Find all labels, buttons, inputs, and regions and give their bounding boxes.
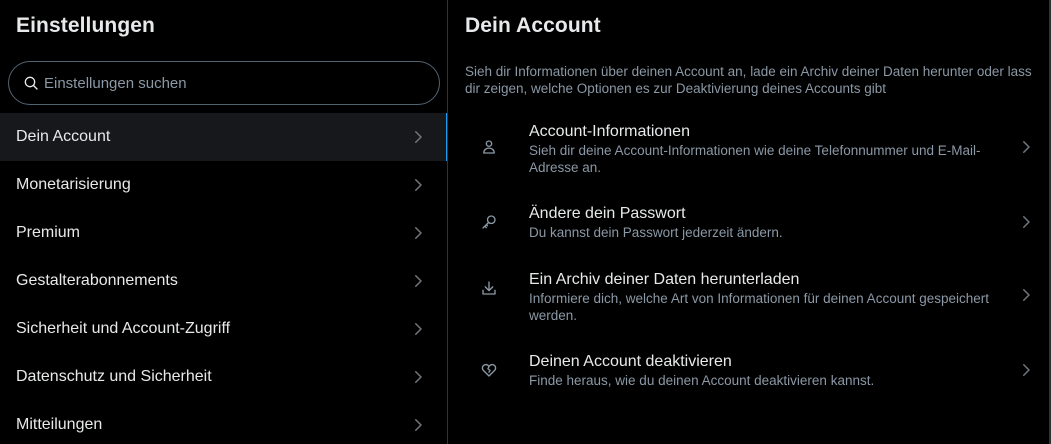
- chevron-right-icon: [1023, 216, 1030, 228]
- option-account-deaktivieren[interactable]: Deinen Account deaktivieren Finde heraus…: [449, 344, 1049, 410]
- option-passwort-aendern[interactable]: Ändere dein Passwort Du kannst dein Pass…: [449, 196, 1049, 262]
- account-panel: Dein Account Sieh dir Informationen über…: [449, 0, 1051, 444]
- nav-item-label: Monetarisierung: [16, 176, 131, 193]
- nav-item-label: Sicherheit und Account-Zugriff: [16, 320, 231, 337]
- chevron-right-icon: [415, 323, 422, 335]
- nav-item-datenschutz[interactable]: Datenschutz und Sicherheit: [0, 353, 447, 401]
- nav-item-gestalterabonnements[interactable]: Gestalterabonnements: [0, 257, 447, 305]
- panel-description: Sieh dir Informationen über deinen Accou…: [465, 64, 1032, 96]
- broken-heart-icon: [449, 352, 529, 379]
- nav-item-monetarisierung[interactable]: Monetarisierung: [0, 161, 447, 209]
- chevron-right-icon: [1023, 289, 1030, 301]
- chevron-right-icon: [415, 179, 422, 191]
- nav-item-label: Premium: [16, 224, 81, 241]
- chevron-right-icon: [415, 131, 422, 143]
- search-icon: [24, 76, 38, 90]
- option-subtitle: Finde heraus, wie du deinen Account deak…: [529, 373, 875, 388]
- option-title: Ein Archiv deiner Daten herunterladen: [529, 271, 800, 288]
- option-subtitle: Sieh dir deine Account-Informationen wie…: [529, 143, 981, 175]
- nav-item-sicherheit[interactable]: Sicherheit und Account-Zugriff: [0, 305, 447, 353]
- nav-item-mitteilungen[interactable]: Mitteilungen: [0, 401, 447, 444]
- nav-item-label: Gestalterabonnements: [16, 272, 178, 289]
- chevron-right-icon: [415, 371, 422, 383]
- chevron-right-icon: [1023, 364, 1030, 376]
- nav-item-label: Datenschutz und Sicherheit: [16, 368, 212, 385]
- account-options: Account-Informationen Sieh dir deine Acc…: [449, 114, 1049, 410]
- chevron-right-icon: [415, 275, 422, 287]
- option-subtitle: Informiere dich, welche Art von Informat…: [529, 291, 990, 323]
- chevron-right-icon: [415, 419, 422, 431]
- nav-item-premium[interactable]: Premium: [0, 209, 447, 257]
- chevron-right-icon: [1023, 141, 1030, 153]
- nav-item-label: Dein Account: [16, 128, 111, 145]
- panel-title: Dein Account: [465, 14, 601, 37]
- search-input[interactable]: [44, 74, 424, 92]
- key-icon: [449, 204, 529, 231]
- download-icon: [449, 270, 529, 297]
- sidebar-title: Einstellungen: [16, 14, 155, 37]
- nav-item-label: Mitteilungen: [16, 416, 103, 433]
- option-account-informationen[interactable]: Account-Informationen Sieh dir deine Acc…: [449, 114, 1049, 196]
- settings-sidebar: Einstellungen Dein Account Monetarisieru…: [0, 0, 448, 444]
- option-title: Account-Informationen: [529, 123, 690, 140]
- option-title: Deinen Account deaktivieren: [529, 353, 732, 370]
- option-archiv-herunterladen[interactable]: Ein Archiv deiner Daten herunterladen In…: [449, 262, 1049, 344]
- nav-item-dein-account[interactable]: Dein Account: [0, 113, 447, 161]
- person-icon: [449, 122, 529, 156]
- option-title: Ändere dein Passwort: [529, 205, 686, 222]
- settings-nav: Dein Account Monetarisierung Premium Ges…: [0, 113, 447, 444]
- option-subtitle: Du kannst dein Passwort jederzeit ändern…: [529, 225, 783, 240]
- chevron-right-icon: [415, 227, 422, 239]
- settings-search[interactable]: [8, 61, 440, 105]
